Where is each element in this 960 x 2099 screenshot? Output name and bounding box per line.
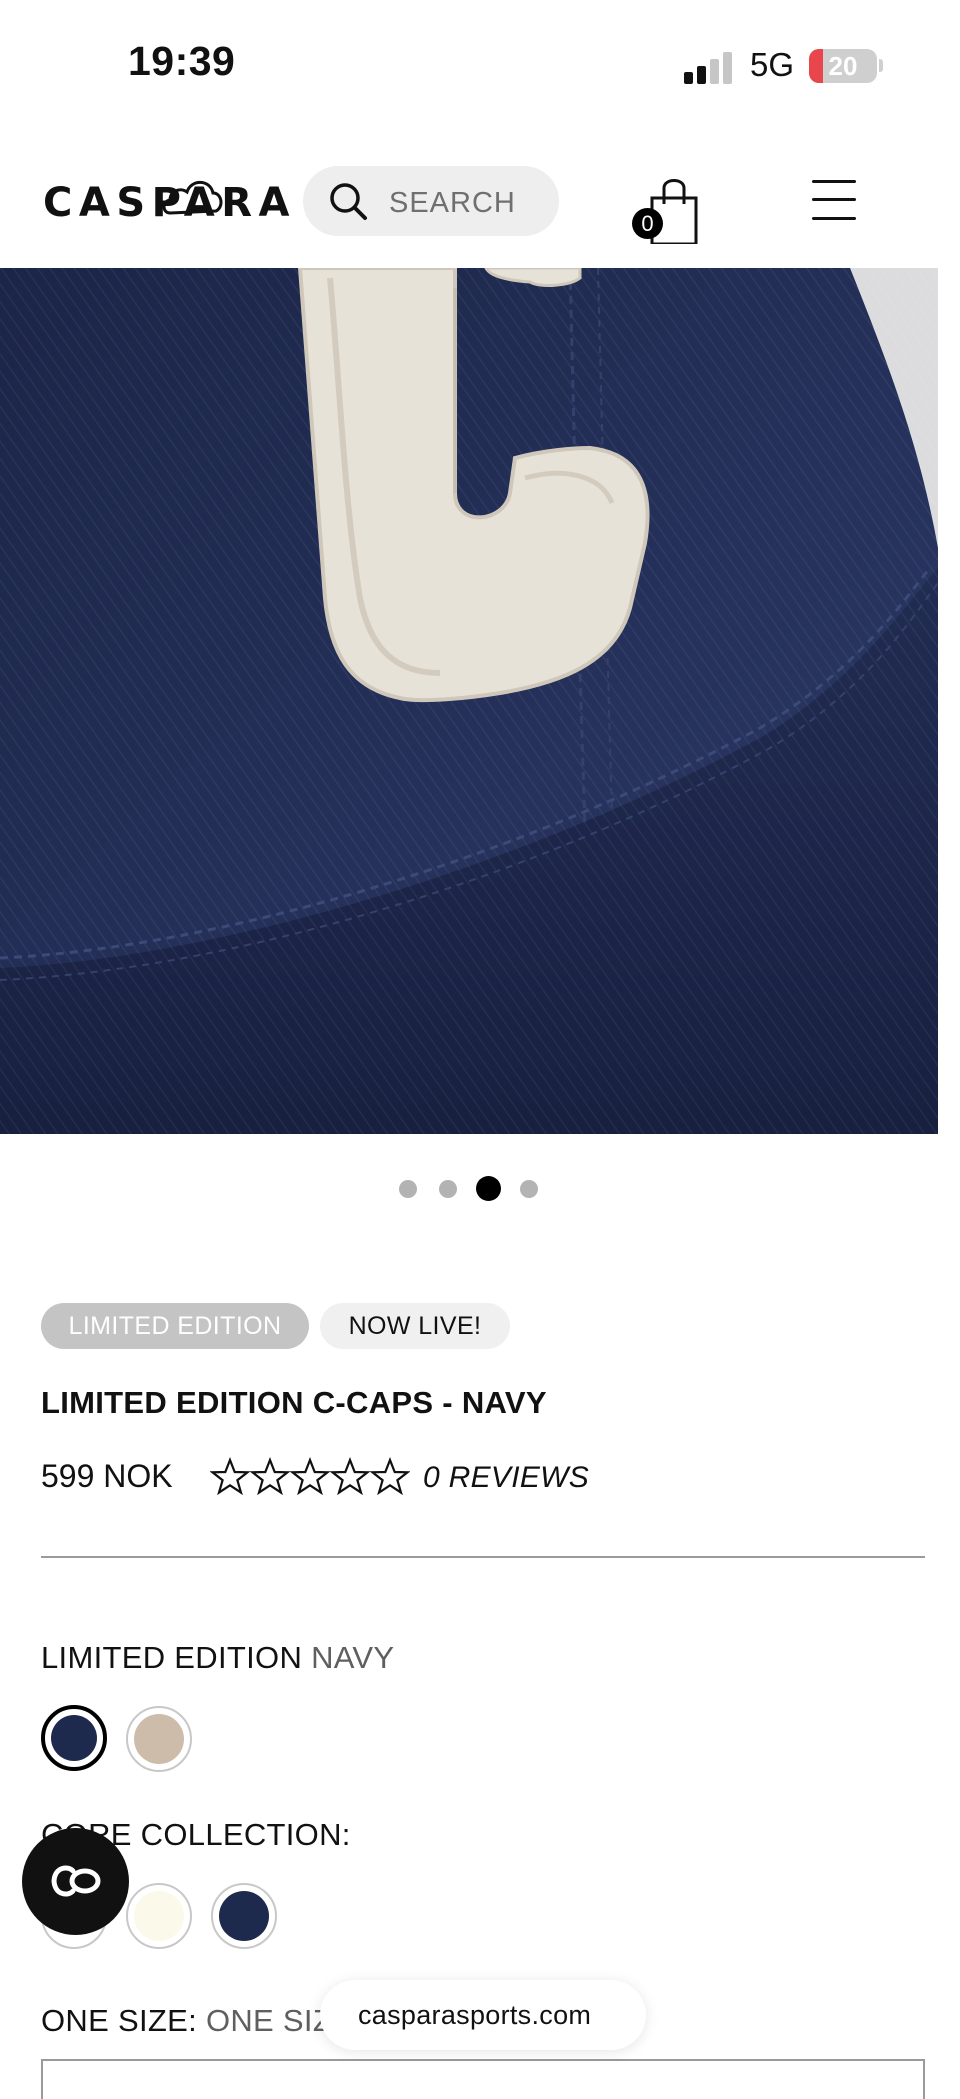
browser-url: casparasports.com xyxy=(358,2000,592,2030)
now-live-badge: NOW LIVE! xyxy=(320,1303,510,1349)
limited-edition-label: LIMITED EDITION xyxy=(41,1640,303,1675)
browser-address-bar[interactable]: casparasports.com xyxy=(320,1980,646,2050)
logo-mark-icon xyxy=(162,180,223,215)
cart-count-badge: 0 xyxy=(632,208,663,239)
product-image[interactable] xyxy=(0,268,938,1134)
size-label: ONE SIZE: xyxy=(41,2003,198,2038)
limited-edition-badge: LIMITED EDITION xyxy=(41,1303,309,1349)
product-price: 599 NOK xyxy=(41,1458,173,1494)
star-empty-icon xyxy=(210,1457,250,1495)
swatch-fill xyxy=(51,1715,97,1761)
search-input[interactable]: SEARCH xyxy=(303,166,559,236)
limited-edition-color-label: LIMITED EDITION NAVY xyxy=(41,1640,394,1676)
swatch-core-cream[interactable] xyxy=(126,1883,192,1949)
carousel-dot[interactable] xyxy=(399,1180,417,1198)
battery-icon: 20 xyxy=(809,49,877,83)
network-type: 5G xyxy=(750,46,795,83)
carousel-dot[interactable] xyxy=(439,1180,457,1198)
status-time: 19:39 xyxy=(128,38,236,84)
swatch-fill xyxy=(219,1891,269,1941)
star-empty-icon xyxy=(250,1457,290,1495)
carousel-dot-active[interactable] xyxy=(476,1176,501,1201)
search-placeholder: SEARCH xyxy=(389,187,516,219)
search-icon xyxy=(330,183,367,220)
reviews-link[interactable]: 0 REVIEWS xyxy=(423,1461,589,1495)
size-select[interactable] xyxy=(41,2059,925,2099)
carousel-dot[interactable] xyxy=(520,1180,538,1198)
status-bar: 19:39 5G 20 xyxy=(0,0,960,130)
section-divider xyxy=(41,1556,925,1558)
swatch-limited-beige[interactable] xyxy=(126,1706,192,1772)
swatch-core-navy[interactable] xyxy=(211,1883,277,1949)
product-photo xyxy=(0,268,938,1134)
star-empty-icon xyxy=(290,1457,330,1495)
size-label-row: ONE SIZE: ONE SIZE xyxy=(41,2003,353,2039)
cellular-signal-icon xyxy=(684,50,734,84)
battery-level: 20 xyxy=(828,51,858,81)
cart-button[interactable]: 0 xyxy=(630,172,702,246)
carousel-pagination xyxy=(0,1174,938,1204)
site-header: CASPARA SEARCH 0 xyxy=(0,130,960,268)
selected-color-name: NAVY xyxy=(311,1640,395,1675)
battery-tip xyxy=(879,59,883,72)
star-empty-icon xyxy=(370,1457,410,1495)
chat-button[interactable] xyxy=(22,1828,129,1935)
star-empty-icon xyxy=(330,1457,370,1495)
swatch-fill xyxy=(134,1891,184,1941)
rating-stars[interactable] xyxy=(210,1457,410,1497)
swatch-fill xyxy=(134,1714,184,1764)
hamburger-menu-icon[interactable] xyxy=(812,180,856,220)
chat-logo-icon xyxy=(51,1865,101,1897)
swatch-limited-navy[interactable] xyxy=(41,1705,107,1771)
product-title: LIMITED EDITION C-CAPS - NAVY xyxy=(41,1385,547,1420)
